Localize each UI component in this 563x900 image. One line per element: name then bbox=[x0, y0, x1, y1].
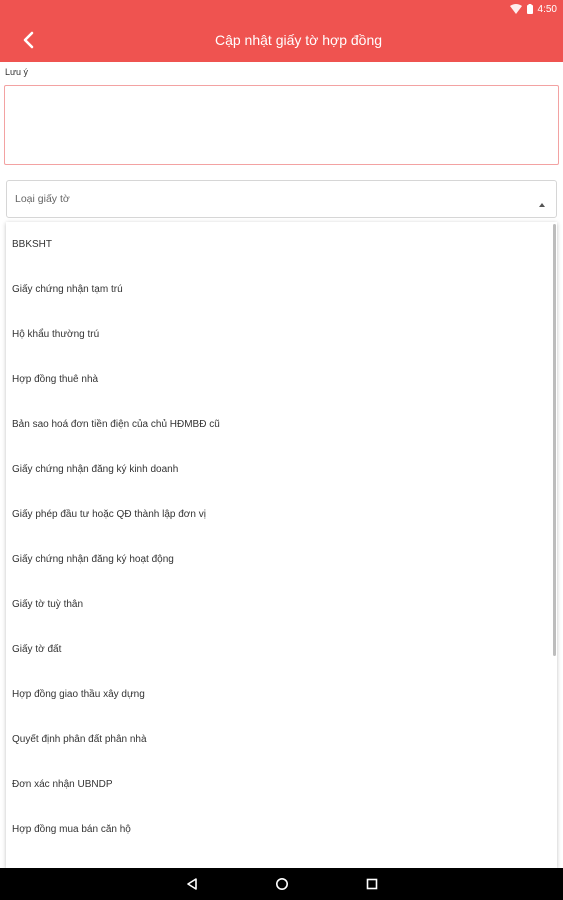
circle-home-icon bbox=[276, 878, 288, 890]
app-bar: Cập nhật giấy tờ hợp đồng bbox=[0, 18, 563, 62]
dropdown-list: BBKSHT Giấy chứng nhận tạm trú Hộ khẩu thư… bbox=[6, 222, 557, 852]
caret-up-icon bbox=[538, 195, 546, 213]
page-title: Cập nhật giấy tờ hợp đồng bbox=[214, 32, 383, 48]
dropdown-item[interactable]: Hợp đồng mua bán căn hộ bbox=[6, 807, 557, 852]
dropdown-item[interactable]: Giấy tờ đất bbox=[6, 627, 557, 672]
nav-recents-button[interactable] bbox=[362, 874, 382, 894]
dropdown-item[interactable]: Giấy tờ tuỳ thân bbox=[6, 582, 557, 627]
dropdown-scrollbar[interactable] bbox=[553, 224, 556, 656]
note-input[interactable] bbox=[4, 85, 559, 165]
status-time: 4:50 bbox=[537, 3, 557, 15]
dropdown-item[interactable]: Bản sao hoá đơn tiền điện của chủ HĐMBĐ … bbox=[6, 402, 557, 447]
dropdown-item[interactable]: Hộ khẩu thường trú bbox=[6, 312, 557, 357]
nav-home-button[interactable] bbox=[272, 874, 292, 894]
note-label: Lưu ý bbox=[5, 67, 29, 77]
dropdown-item[interactable]: Giấy chứng nhận đăng ký kinh doanh bbox=[6, 447, 557, 492]
square-recents-icon bbox=[366, 878, 378, 890]
triangle-back-icon bbox=[187, 878, 197, 890]
dropdown-item[interactable]: Quyết định phân đất phân nhà bbox=[6, 717, 557, 762]
nav-back-button[interactable] bbox=[182, 874, 202, 894]
doc-type-placeholder: Loại giấy tờ bbox=[15, 193, 70, 205]
wifi-icon bbox=[509, 4, 522, 14]
status-bar: 4:50 bbox=[0, 0, 563, 18]
doc-type-select[interactable]: Loại giấy tờ bbox=[6, 180, 557, 218]
dropdown-item[interactable]: Giấy phép đầu tư hoặc QĐ thành lập đơn v… bbox=[6, 492, 557, 537]
dropdown-item[interactable]: Đơn xác nhận UBNDP bbox=[6, 762, 557, 807]
dropdown-item[interactable]: BBKSHT bbox=[6, 222, 557, 267]
screen: 4:50 Cập nhật giấy tờ hợp đồng Lưu ý Loạ… bbox=[0, 0, 563, 900]
dropdown-item[interactable]: Hợp đồng giao thầu xây dựng bbox=[6, 672, 557, 717]
navigation-bar bbox=[0, 868, 563, 900]
dropdown-item[interactable]: Hợp đồng thuê nhà bbox=[6, 357, 557, 402]
doc-type-dropdown: BBKSHT Giấy chứng nhận tạm trú Hộ khẩu thư… bbox=[6, 222, 557, 868]
battery-icon bbox=[526, 4, 533, 14]
dropdown-item[interactable]: Giấy chứng nhận tạm trú bbox=[6, 267, 557, 312]
dropdown-item[interactable]: Giấy chứng nhận đăng ký hoạt động bbox=[6, 537, 557, 582]
